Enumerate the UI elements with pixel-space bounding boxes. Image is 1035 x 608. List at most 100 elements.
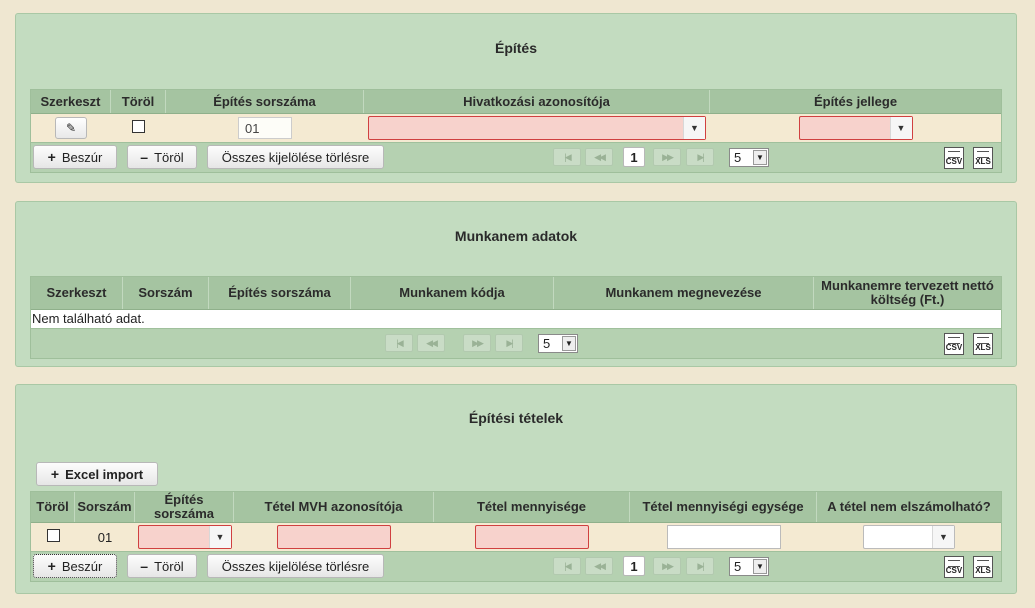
clear-all-label: Összes kijelölése törlésre [221,149,370,165]
delete-button[interactable]: – Töröl [127,145,197,169]
delete-cell [111,114,166,142]
prev-page-button[interactable]: ◀◀ [585,557,613,575]
prev-page-button[interactable]: ◀◀ [417,334,445,352]
tetelek-panel: Építési tételek + Excel import Töröl Sor… [15,384,1017,594]
xls-export-icon[interactable]: XLS [973,333,993,355]
insert-button[interactable]: + Beszúr [33,554,117,578]
plus-icon: + [50,466,60,482]
clear-all-button[interactable]: Összes kijelölése törlésre [207,554,384,578]
delete-checkbox[interactable] [132,119,145,133]
col-tetel-mennyisege: Tétel mennyisége [434,492,630,522]
tetelek-title: Építési tételek [468,410,564,426]
epites-panel: Építés Szerkeszt Töröl Építés sorszáma H… [15,13,1017,183]
jellege-cell: ▼ [710,114,1001,142]
col-nem-elszamolhato: A tétel nem elszámolható? [827,499,991,514]
page-size-value: 5 [734,559,742,574]
epites-jellege-select[interactable]: ▼ [798,116,913,140]
col-epites-jellege: Építés jellege [813,93,898,109]
last-page-button[interactable]: ▶| [495,334,523,352]
next-page-button[interactable]: ▶▶ [653,557,681,575]
prev-page-button[interactable]: ◀◀ [585,148,613,166]
plus-icon: + [47,558,56,574]
mvh-cell [234,523,434,551]
chevron-down-icon: ▼ [753,559,767,574]
csv-export-icon[interactable]: CSV [944,556,964,578]
edit-cell: ✎ [31,114,111,142]
epites-sorszama-cell: ▼ [135,523,234,551]
nem-elszamolhato-select[interactable]: ▼ [863,525,955,549]
epites-grid: Szerkeszt Töröl Építés sorszáma Hivatkoz… [30,89,1002,173]
col-sorszam: Sorszám [75,492,135,522]
tetelek-header-row: Töröl Sorszám Építés sorszáma Tétel MVH … [31,492,1001,523]
epites-sorszama-select[interactable]: ▼ [137,525,232,549]
munkanem-header-row: Szerkeszt Sorszám Építés sorszáma Munkan… [31,277,1001,310]
chevron-down-icon: ▼ [208,526,231,548]
epites-table-row: ✎ 01 ▼ ▼ [31,114,1001,142]
plus-icon: + [47,149,56,165]
col-epites-sorszama: Építés sorszáma [135,492,234,522]
tetel-mennyisege-input[interactable] [475,525,589,549]
delete-button[interactable]: – Töröl [127,554,197,578]
page-size-select[interactable]: 5 ▼ [729,557,769,576]
insert-button[interactable]: + Beszúr [33,145,117,169]
chevron-down-icon: ▼ [562,336,576,351]
col-tetel-mennyisegi-egysege: Tétel mennyiségi egysége [630,492,817,522]
excel-import-button[interactable]: + Excel import [36,462,158,486]
xls-export-icon[interactable]: XLS [973,147,993,169]
last-page-button[interactable]: ▶| [686,148,714,166]
first-page-button[interactable]: |◀ [385,334,413,352]
col-epites-sorszama: Építés sorszáma [166,90,364,113]
col-tervezett-koltseg: Munkanemre tervezett nettó költség (Ft.) [821,278,994,307]
minus-icon: – [140,558,149,574]
tetelek-grid: Töröl Sorszám Építés sorszáma Tétel MVH … [30,491,1002,582]
tetelek-table-row: 01 ▼ ▼ [31,523,1001,551]
first-page-button[interactable]: |◀ [553,557,581,575]
page-size-select[interactable]: 5 ▼ [729,148,769,167]
mennyiseg-cell [434,523,630,551]
chevron-down-icon: ▼ [683,117,705,139]
page-size-value: 5 [734,150,742,165]
hivatkozasi-azonosito-select[interactable]: ▼ [368,116,706,140]
excel-import-label: Excel import [65,466,144,482]
next-page-button[interactable]: ▶▶ [463,334,491,352]
next-page-button[interactable]: ▶▶ [653,148,681,166]
epites-title: Építés [494,40,537,56]
sorszam-cell: 01 [166,114,364,142]
insert-label: Beszúr [61,149,103,165]
epites-sorszama-input[interactable]: 01 [238,117,292,139]
col-szerkeszt: Szerkeszt [31,277,123,309]
clear-all-label: Összes kijelölése törlésre [221,558,370,574]
chevron-down-icon: ▼ [932,526,954,548]
minus-icon: – [140,149,149,165]
col-torol: Töröl [31,492,75,522]
insert-label: Beszúr [61,558,103,574]
pencil-icon: ✎ [65,121,77,135]
col-hivatkozasi-azonositoja: Hivatkozási azonosítója [364,90,710,113]
csv-export-icon[interactable]: CSV [944,147,964,169]
col-torol: Töröl [111,90,166,113]
chevron-down-icon: ▼ [753,150,767,165]
sorszam-value: 01 [97,529,113,545]
current-page[interactable]: 1 [623,556,645,576]
epites-toolbar: + Beszúr – Töröl Összes kijelölése törlé… [31,142,1001,172]
munkanem-toolbar: |◀ ◀◀ ▶▶ ▶| 5 ▼ CSV XLS [31,328,1001,358]
chevron-down-icon: ▼ [889,117,912,139]
last-page-button[interactable]: ▶| [686,557,714,575]
elszamolhato-cell: ▼ [817,523,1001,551]
tetel-mvh-azonosito-input[interactable] [277,525,391,549]
edit-button[interactable]: ✎ [55,117,87,139]
first-page-button[interactable]: |◀ [553,148,581,166]
tetel-mennyisegi-egysege-input[interactable] [666,525,781,549]
col-munkanem-megnevezese: Munkanem megnevezése [554,277,814,309]
hivatkozasi-cell: ▼ [364,114,710,142]
tetelek-toolbar: + Beszúr – Töröl Összes kijelölése törlé… [31,551,1001,581]
page-size-select[interactable]: 5 ▼ [538,334,578,353]
delete-cell [31,523,75,551]
csv-export-icon[interactable]: CSV [944,333,964,355]
current-page[interactable]: 1 [623,147,645,167]
delete-checkbox[interactable] [46,528,60,542]
munkanem-panel: Munkanem adatok Szerkeszt Sorszám Építés… [15,201,1017,367]
clear-all-button[interactable]: Összes kijelölése törlésre [207,145,384,169]
epites-header-row: Szerkeszt Töröl Építés sorszáma Hivatkoz… [31,90,1001,114]
xls-export-icon[interactable]: XLS [973,556,993,578]
